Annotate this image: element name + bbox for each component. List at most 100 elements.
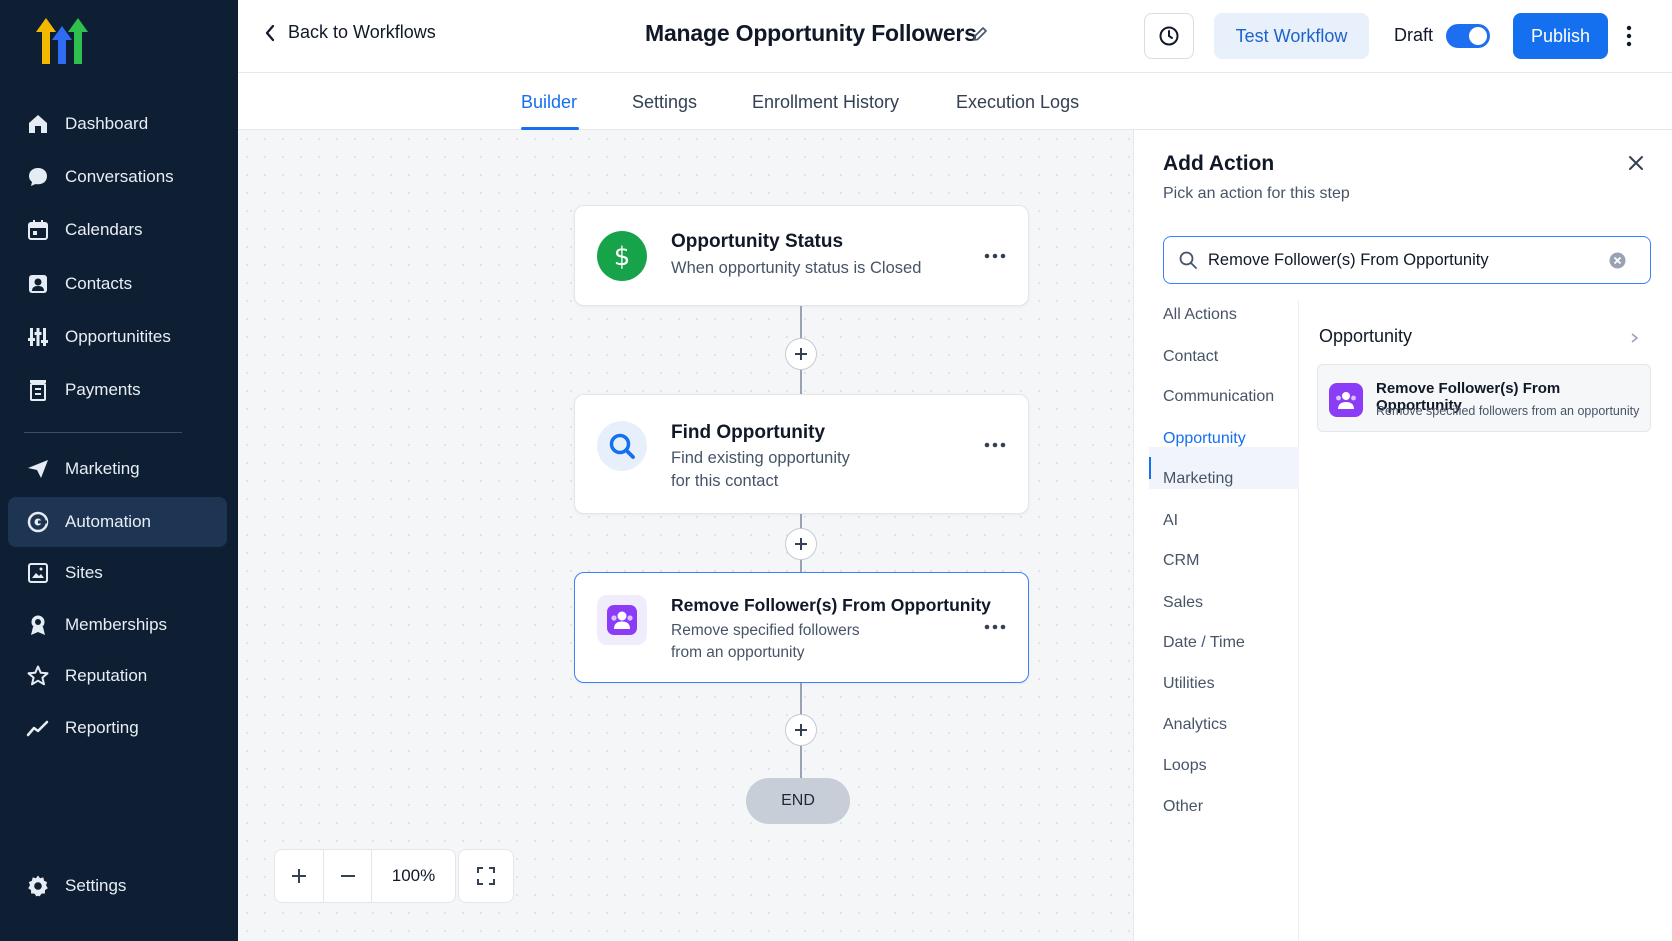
category-loops[interactable]: Loops [1163,757,1207,775]
active-category-indicator [1149,457,1151,479]
node-menu-icon[interactable] [984,435,1006,453]
node-description: Find existing opportunity for this conta… [671,447,971,493]
back-label: Back to Workflows [288,22,436,42]
action-search-input[interactable]: Remove Follower(s) From Opportunity [1163,236,1651,284]
sites-icon [25,560,51,586]
sidebar-item-marketing[interactable]: Marketing [8,444,227,494]
top-bar: Back to Workflows Manage Opportunity Fol… [238,0,1672,73]
calendar-icon [25,217,51,243]
clear-search-icon[interactable] [1609,252,1636,274]
category-sales[interactable]: Sales [1163,594,1203,612]
result-description: Remove specified followers from an oppor… [1376,404,1640,418]
zoom-controls: 100% [274,849,514,903]
sidebar-item-label: Dashboard [65,114,149,133]
add-step-button[interactable] [785,714,817,746]
category-date-time[interactable]: Date / Time [1163,634,1245,652]
draft-toggle[interactable] [1446,24,1490,48]
sidebar-item-reporting[interactable]: Reporting [8,703,227,753]
sidebar-item-label: Reputation [65,666,148,685]
publish-button[interactable]: Publish [1513,13,1608,59]
category-list: All Actions Contact Communication Opport… [1134,300,1299,941]
node-description: When opportunity status is Closed [671,259,922,277]
home-icon [25,111,51,137]
category-marketing[interactable]: Marketing [1163,470,1233,488]
draft-label: Draft [1394,25,1434,45]
tab-execution-logs[interactable]: Execution Logs [956,92,1079,113]
sidebar-item-label: Automation [65,512,151,531]
category-analytics[interactable]: Analytics [1163,716,1227,734]
zoom-box: 100% [274,849,456,903]
sidebar-item-label: Calendars [65,220,143,239]
sidebar-item-label: Contacts [65,274,133,293]
contacts-icon [25,271,51,297]
sidebar-item-sites[interactable]: Sites [8,548,227,598]
action-node-find-opportunity[interactable]: Find Opportunity Find existing opportuni… [574,394,1029,514]
sidebar-item-memberships[interactable]: Memberships [8,600,227,650]
sidebar-item-conversations[interactable]: Conversations [8,152,227,202]
test-workflow-button[interactable]: Test Workflow [1214,13,1369,59]
category-other[interactable]: Other [1163,798,1203,816]
result-group-title: Opportunity [1319,326,1413,346]
search-value: Remove Follower(s) From Opportunity [1208,250,1489,269]
add-step-button[interactable] [785,338,817,370]
sidebar-item-opportunities[interactable]: Opportunitites [8,312,227,362]
node-title: Remove Follower(s) From Opportunity [671,595,991,615]
workflow-canvas[interactable]: $ Opportunity Status When opportunity st… [238,130,1133,941]
category-crm[interactable]: CRM [1163,552,1199,570]
plus-icon [795,724,807,736]
node-title: Opportunity Status [671,231,844,252]
sidebar-item-settings[interactable]: Settings [8,861,227,911]
clock-icon [1159,26,1179,46]
node-menu-icon[interactable] [984,617,1006,635]
toggle-knob [1469,27,1487,45]
history-button[interactable] [1144,13,1194,59]
zoom-in-button[interactable] [275,850,323,902]
tab-enrollment-history[interactable]: Enrollment History [752,92,899,113]
sidebar-item-dashboard[interactable]: Dashboard [8,99,227,149]
zoom-level: 100% [371,850,455,902]
category-utilities[interactable]: Utilities [1163,675,1215,693]
automation-icon [25,509,51,535]
fit-view-button[interactable] [458,849,514,903]
node-description: Remove specified followers from an oppor… [671,620,971,664]
chart-line-icon [25,715,51,741]
remove-followers-icon [1329,383,1363,417]
sidebar-item-label: Marketing [65,459,140,478]
category-all-actions[interactable]: All Actions [1163,306,1237,324]
category-ai[interactable]: AI [1163,512,1178,530]
node-menu-icon[interactable] [984,246,1006,264]
sidebar-item-payments[interactable]: Payments [8,365,227,415]
chevron-right-icon[interactable] [1630,331,1640,349]
trigger-node-opportunity-status[interactable]: $ Opportunity Status When opportunity st… [574,205,1029,306]
fullscreen-icon [459,850,513,902]
category-communication[interactable]: Communication [1163,388,1274,406]
close-icon[interactable] [1627,154,1645,177]
chevron-left-icon [265,24,275,41]
workflow-tabs: Builder Settings Enrollment History Exec… [238,73,1672,130]
plus-icon [795,348,807,360]
zoom-out-button[interactable] [323,850,371,902]
plus-icon [292,869,306,883]
tab-builder[interactable]: Builder [521,92,577,113]
sidebar-item-reputation[interactable]: Reputation [8,651,227,701]
more-options-icon[interactable] [1626,24,1632,53]
action-result-remove-followers[interactable]: Remove Follower(s) From Opportunity Remo… [1317,364,1651,432]
node-description-line: for this contact [671,472,779,490]
star-icon [25,663,51,689]
back-to-workflows-link[interactable]: Back to Workflows [264,22,436,43]
category-contact[interactable]: Contact [1163,348,1218,366]
app-logo[interactable] [32,14,96,70]
pencil-icon[interactable] [971,25,989,48]
remove-followers-icon [597,595,647,645]
plus-icon [795,538,807,550]
action-node-remove-followers[interactable]: Remove Follower(s) From Opportunity Remo… [574,572,1029,683]
chat-icon [25,164,51,190]
node-description-line: Find existing opportunity [671,449,850,467]
sidebar-item-contacts[interactable]: Contacts [8,259,227,309]
tab-settings[interactable]: Settings [632,92,697,113]
add-action-panel: Add Action Pick an action for this step … [1133,130,1672,941]
sidebar-item-calendars[interactable]: Calendars [8,205,227,255]
category-opportunity[interactable]: Opportunity [1163,430,1246,448]
sidebar-item-automation[interactable]: Automation [8,497,227,547]
add-step-button[interactable] [785,528,817,560]
